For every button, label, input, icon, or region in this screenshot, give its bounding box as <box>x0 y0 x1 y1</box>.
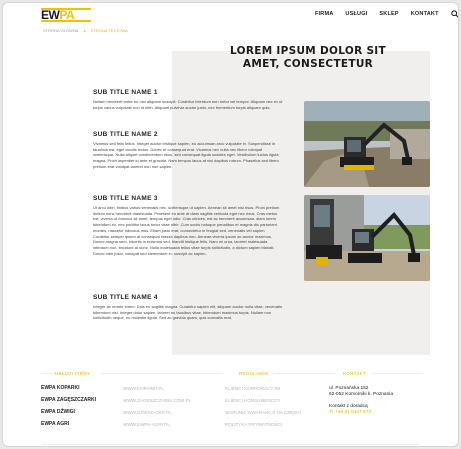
footer-rules-link[interactable]: POLITYKA PRYWATNOŚCI <box>225 422 301 427</box>
breadcrumb-current: STRONA TESTOWA <box>90 28 128 33</box>
page-frame: EWPA FIRMA USŁUGI SKLEP KONTAKT STRONA G… <box>2 2 459 447</box>
main-nav: FIRMA USŁUGI SKLEP KONTAKT <box>315 10 458 18</box>
section-text-3: Ut arcu nibh, finibus varius venenatis n… <box>93 205 280 256</box>
footer-bottom-divider <box>41 444 420 445</box>
phone-icon: ✆ <box>329 410 334 415</box>
footer-phone[interactable]: ✆ +48 61 8107 673 <box>329 410 393 416</box>
footer-brand-link[interactable]: EWPA ZAGĘSZCZARKI <box>41 398 96 403</box>
footer-rules-link[interactable]: WARUNKI GWARANCJI NA CZĘŚCI <box>225 410 301 415</box>
footer-heading-contact: KONTAKT <box>343 371 367 376</box>
footer-rules-list: KLIENCI KORPORACYJNI KLIENCI KONSUMENCCY… <box>225 386 301 427</box>
section-text-2: Vivamus sed felis tellus. Integer auctor… <box>93 141 279 169</box>
footer-heading-services: USŁUGI FIRMY <box>55 371 91 376</box>
excavator-photo-1 <box>304 101 430 187</box>
section-title-2: SUB TITLE NAME 2 <box>93 131 158 138</box>
breadcrumb: STRONA GŁÓWNA ● STRONA TESTOWA <box>43 28 128 33</box>
footer-site-link[interactable]: WWW.ZAGESZCZARKI.COM.PL <box>123 398 191 403</box>
footer-contact: ul. Poznańska 152 62-052 Komorniki k. Po… <box>329 386 393 416</box>
footer-brand-link[interactable]: EWPA KOPARKI <box>41 386 96 391</box>
footer-phone-number[interactable]: +48 61 8107 673 <box>335 410 371 416</box>
footer-brand-link[interactable]: EWPA AGRI <box>41 422 96 427</box>
footer-site-link[interactable]: WWW.EWPA-AGRI.PL <box>123 422 191 427</box>
footer-rules-link[interactable]: KLIENCI KONSUMENCCY <box>225 398 301 403</box>
section-title-3: SUB TITLE NAME 3 <box>93 195 158 202</box>
section-text-1: Nullam hendrerit tortor eu orci aliquam … <box>93 99 283 110</box>
footer-heading-rules: REGULAMIN <box>239 371 269 376</box>
section-title-4: SUB TITLE NAME 4 <box>93 294 158 301</box>
section-text-4: Integer ac ornare lorem. Duis eu sagitti… <box>93 304 282 321</box>
page-title: LOREM IPSUM DOLOR SIT AMET, CONSECTETUR <box>230 45 386 70</box>
ewpa-logo[interactable]: EWPA <box>41 8 91 22</box>
footer-site-list: WWW.KOPARKI.PL WWW.ZAGESZCZARKI.COM.PL W… <box>123 386 191 427</box>
footer-site-link[interactable]: WWW.KOPARKI.PL <box>123 386 191 391</box>
footer-brand-list: EWPA KOPARKI EWPA ZAGĘSZCZARKI EWPA DŹWI… <box>41 386 96 427</box>
breadcrumb-home[interactable]: STRONA GŁÓWNA <box>43 28 78 33</box>
footer-divider <box>371 373 423 374</box>
nav-item-uslugi[interactable]: USŁUGI <box>345 11 367 17</box>
section-title-1: SUB TITLE NAME 1 <box>93 89 158 96</box>
footer-divider <box>101 373 223 374</box>
footer-rules-link[interactable]: KLIENCI KORPORACYJNI <box>225 386 301 391</box>
footer-address-line-2: 62-052 Komorniki k. Poznania <box>329 392 393 397</box>
search-icon[interactable] <box>450 10 458 18</box>
excavator-photo-2 <box>304 195 430 281</box>
footer-brand-link[interactable]: EWPA DŹWIGI <box>41 410 96 415</box>
nav-item-firma[interactable]: FIRMA <box>315 11 333 17</box>
nav-item-sklep[interactable]: SKLEP <box>379 11 398 17</box>
footer-divider <box>273 373 335 374</box>
nav-item-kontakt[interactable]: KONTAKT <box>411 11 439 17</box>
footer-site-link[interactable]: WWW.DZWIGI-CKD.PL <box>123 410 191 415</box>
breadcrumb-separator-icon: ● <box>83 28 86 33</box>
logo-wordmark: EWPA <box>41 8 75 22</box>
